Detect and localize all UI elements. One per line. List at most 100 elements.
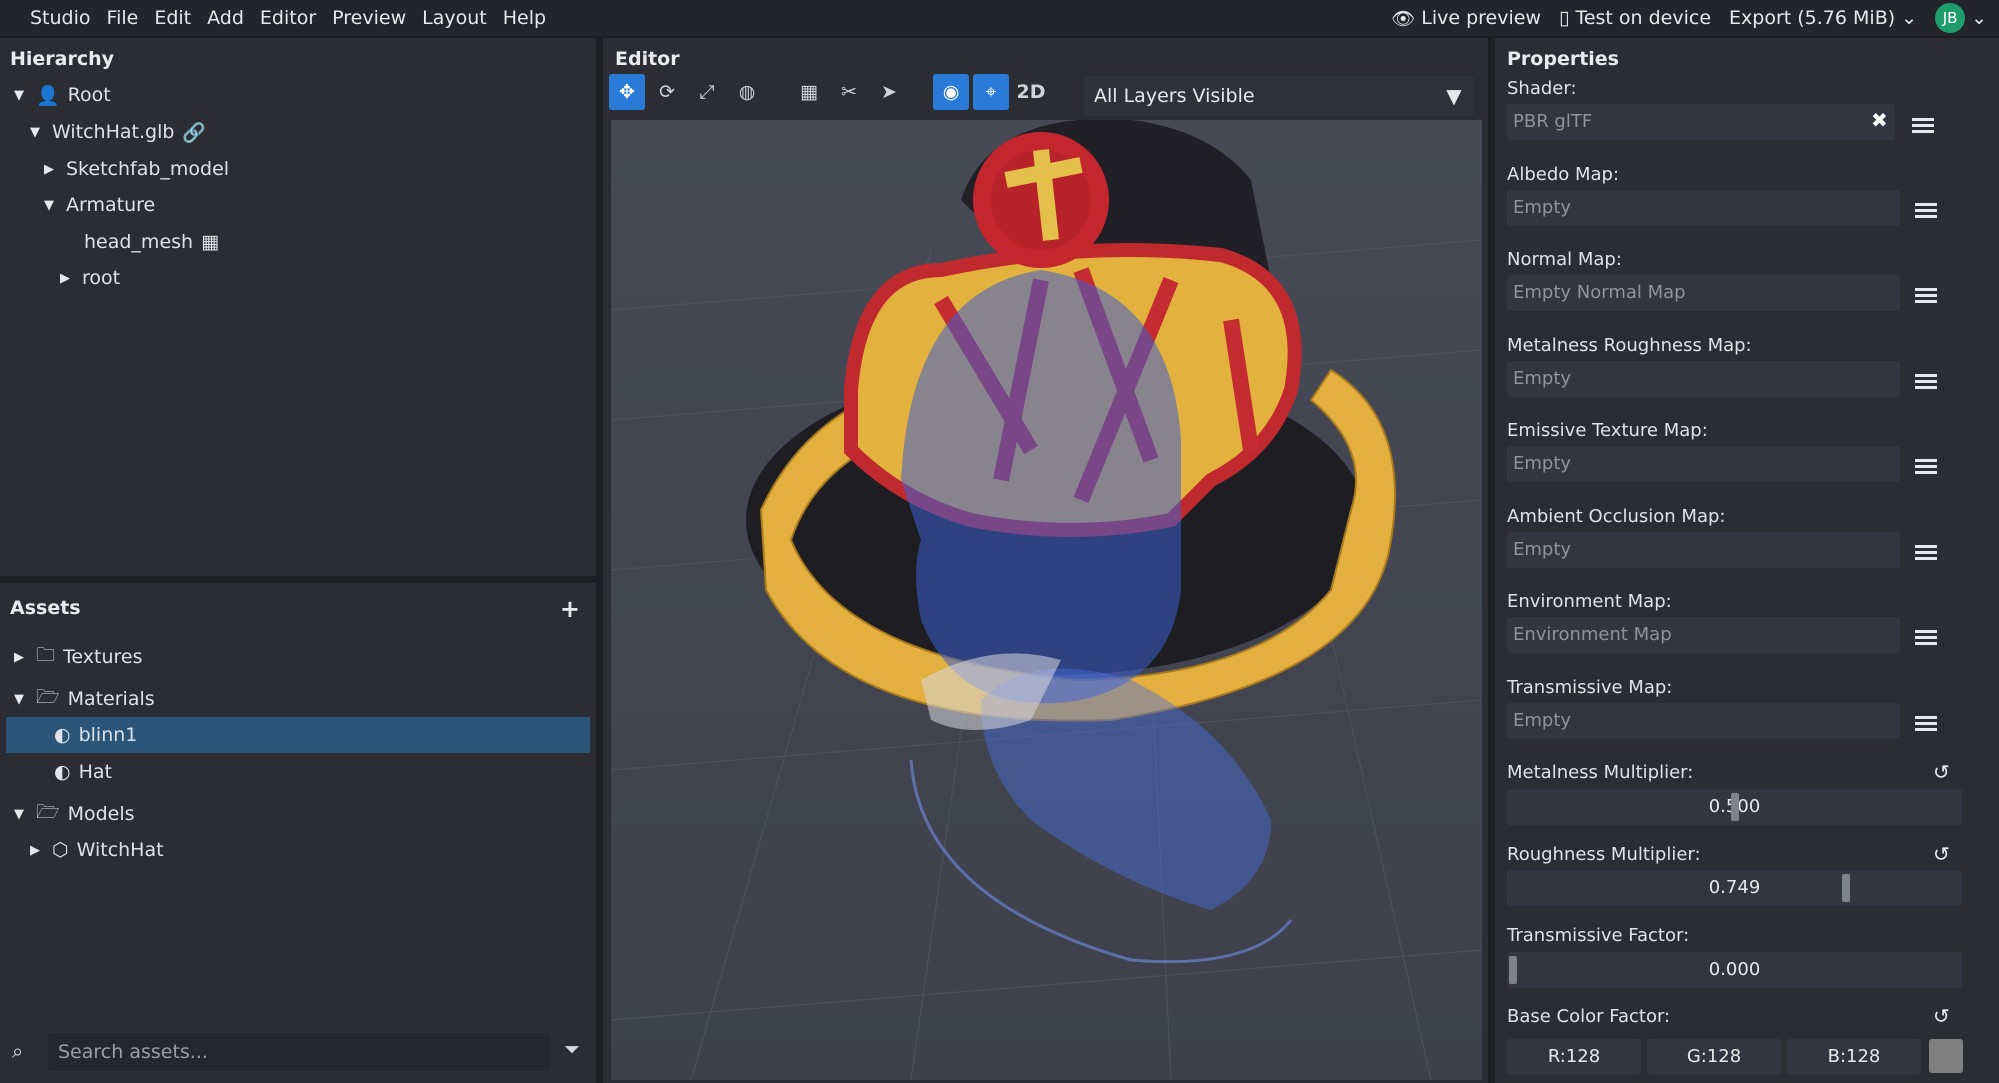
tree-node-witchhat-glb[interactable]: ▼ WitchHat.glb 🔗: [30, 115, 206, 149]
transmissive-factor-slider[interactable]: 0.000: [1507, 952, 1962, 988]
metalness-roughness-map-field[interactable]: Empty: [1507, 361, 1900, 397]
albedo-map-menu-icon[interactable]: [1915, 200, 1937, 218]
roughness-multiplier-value: 0.749: [1708, 877, 1761, 898]
export-label: Export (5.76 MiB): [1729, 7, 1896, 29]
transmissive-map-label: Transmissive Map:: [1507, 677, 1673, 698]
grid-icon: ▦: [800, 81, 818, 103]
arrow-icon: ➤: [881, 81, 897, 103]
asset-material-hat[interactable]: ◐ Hat: [54, 755, 112, 789]
live-preview-button[interactable]: 👁 Live preview: [1391, 7, 1541, 30]
menu-help[interactable]: Help: [495, 7, 554, 29]
tree-node-armature[interactable]: ▼ Armature: [44, 188, 155, 222]
3d-viewport[interactable]: [611, 120, 1482, 1080]
snap-button[interactable]: ✂: [831, 74, 867, 110]
user-circle-icon: ◉: [942, 81, 960, 103]
roughness-multiplier-slider[interactable]: 0.749: [1507, 870, 1962, 906]
menu-editor[interactable]: Editor: [252, 7, 324, 29]
focus-button[interactable]: ⌖: [973, 74, 1009, 110]
tree-node-root[interactable]: ▼ 👤 Root: [14, 78, 111, 112]
account-menu[interactable]: JB ⌄: [1935, 3, 1987, 33]
folder-open-icon: 🗁: [36, 801, 60, 823]
metalness-multiplier-slider[interactable]: 0.500: [1507, 789, 1962, 825]
asset-folder-textures[interactable]: ▶ 🗀 Textures: [14, 640, 142, 674]
normal-map-menu-icon[interactable]: [1915, 285, 1937, 303]
asset-model-witchhat[interactable]: ▶ ⬡ WitchHat: [30, 833, 164, 867]
menu-layout[interactable]: Layout: [414, 7, 495, 29]
asset-label: Materials: [67, 688, 155, 710]
tree-node-sketchfab-model[interactable]: ▶ Sketchfab_model: [44, 152, 229, 186]
reset-icon[interactable]: ↺: [1933, 760, 1950, 784]
albedo-map-field[interactable]: Empty: [1507, 190, 1900, 226]
move-tool-button[interactable]: ✥: [609, 74, 645, 110]
layers-dropdown[interactable]: All Layers Visible ▼: [1084, 76, 1474, 116]
red-channel-field[interactable]: R:128: [1507, 1039, 1641, 1075]
environment-map-menu-icon[interactable]: [1915, 627, 1937, 645]
menu-file[interactable]: File: [99, 7, 147, 29]
slider-knob[interactable]: [1731, 793, 1739, 821]
ambient-occlusion-map-field[interactable]: Empty: [1507, 532, 1900, 568]
add-asset-button[interactable]: +: [560, 595, 580, 623]
test-on-device-button[interactable]: ▯ Test on device: [1559, 7, 1711, 29]
link-icon: 🔗: [182, 121, 207, 144]
export-button[interactable]: Export (5.76 MiB) ⌄: [1729, 7, 1917, 29]
green-channel-field[interactable]: G:128: [1647, 1039, 1781, 1075]
tree-node-label: WitchHat.glb: [52, 121, 175, 143]
transmissive-map-menu-icon[interactable]: [1915, 713, 1937, 731]
shader-field[interactable]: PBR glTF: [1507, 104, 1895, 140]
transmissive-factor-value: 0.000: [1708, 959, 1761, 980]
tree-node-label: Root: [67, 84, 111, 106]
folder-open-icon: 🗁: [36, 686, 60, 708]
color-swatch[interactable]: [1929, 1039, 1963, 1073]
emissive-map-field[interactable]: Empty: [1507, 446, 1900, 482]
expanded-triangle-icon[interactable]: ▼: [14, 88, 28, 103]
menu-studio[interactable]: Studio: [22, 7, 99, 29]
rotate-tool-button[interactable]: ⟳: [649, 74, 685, 110]
reset-icon[interactable]: ↺: [1933, 842, 1950, 866]
navigate-button[interactable]: ➤: [871, 74, 907, 110]
emissive-map-menu-icon[interactable]: [1915, 456, 1937, 474]
assets-panel: Assets + ▶ 🗀 Textures ▼ 🗁 Materials ◐ bl…: [0, 583, 596, 1083]
tree-node-root-bone[interactable]: ▶ root: [60, 261, 120, 295]
expanded-triangle-icon[interactable]: ▼: [44, 198, 58, 213]
metalness-roughness-map-menu-icon[interactable]: [1915, 371, 1937, 389]
hierarchy-title: Hierarchy: [10, 48, 115, 70]
ambient-occlusion-map-menu-icon[interactable]: [1915, 542, 1937, 560]
blue-channel-field[interactable]: B:128: [1787, 1039, 1921, 1075]
reset-icon[interactable]: ↺: [1933, 1004, 1950, 1028]
snap-icon: ✂: [841, 81, 857, 103]
shader-menu-icon[interactable]: [1912, 115, 1934, 133]
asset-folder-materials[interactable]: ▼ 🗁 Materials: [14, 682, 155, 716]
tree-node-head-mesh[interactable]: head_mesh ▦: [84, 225, 219, 259]
view-2d-button[interactable]: 2D: [1013, 74, 1049, 110]
asset-material-blinn1[interactable]: ◐ blinn1: [54, 718, 137, 752]
collapsed-triangle-icon[interactable]: ▶: [14, 650, 28, 665]
move-icon: ✥: [619, 81, 635, 103]
asset-label: WitchHat: [76, 839, 164, 861]
asset-label: blinn1: [78, 724, 138, 746]
scale-tool-button[interactable]: ⤢: [689, 74, 725, 110]
menu-add[interactable]: Add: [199, 7, 252, 29]
world-space-button[interactable]: ◍: [729, 74, 765, 110]
environment-map-field[interactable]: Environment Map: [1507, 617, 1900, 653]
camera-view-button[interactable]: ◉: [933, 74, 969, 110]
clear-shader-icon[interactable]: ✖: [1871, 108, 1888, 132]
menu-preview[interactable]: Preview: [324, 7, 414, 29]
search-assets-input[interactable]: Search assets...: [48, 1033, 550, 1071]
collapsed-triangle-icon[interactable]: ▶: [60, 271, 74, 286]
slider-knob[interactable]: [1842, 874, 1850, 902]
asset-folder-models[interactable]: ▼ 🗁 Models: [14, 797, 135, 831]
slider-knob[interactable]: [1509, 956, 1517, 984]
grid-toggle-button[interactable]: ▦: [791, 74, 827, 110]
collapsed-triangle-icon[interactable]: ▶: [30, 843, 44, 858]
menu-edit[interactable]: Edit: [146, 7, 199, 29]
viewport-scene: [611, 120, 1482, 1080]
emissive-map-label: Emissive Texture Map:: [1507, 420, 1708, 441]
expanded-triangle-icon[interactable]: ▼: [30, 125, 44, 140]
filter-icon[interactable]: ⏷: [564, 1037, 580, 1061]
collapsed-triangle-icon[interactable]: ▶: [44, 162, 58, 177]
normal-map-field[interactable]: Empty Normal Map: [1507, 275, 1900, 311]
expanded-triangle-icon[interactable]: ▼: [14, 807, 28, 822]
material-icon: ◐: [54, 724, 71, 746]
expanded-triangle-icon[interactable]: ▼: [14, 692, 28, 707]
transmissive-map-field[interactable]: Empty: [1507, 703, 1900, 739]
